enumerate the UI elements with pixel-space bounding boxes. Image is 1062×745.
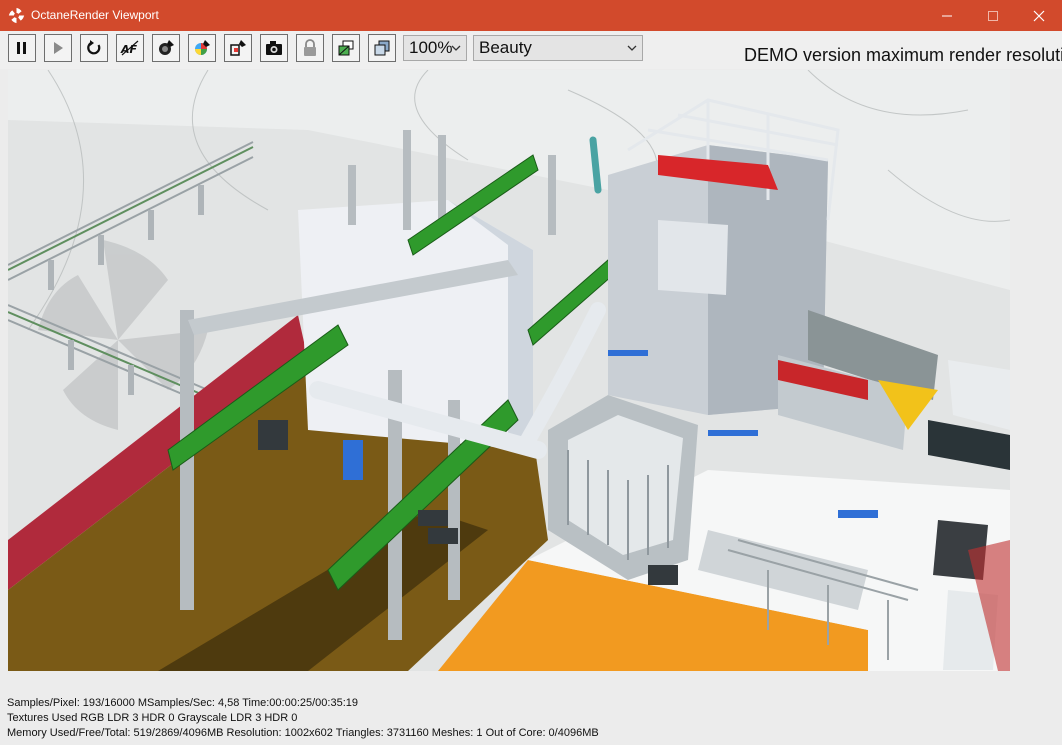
close-button[interactable] bbox=[1016, 0, 1062, 31]
object-picker-icon bbox=[230, 40, 246, 56]
status-bar: Samples/Pixel: 193/16000 MSamples/Sec: 4… bbox=[7, 696, 599, 741]
minimize-button[interactable] bbox=[924, 0, 970, 31]
autofocus-icon: AF bbox=[120, 40, 139, 56]
pick-focus-icon bbox=[159, 40, 174, 55]
region-icon bbox=[338, 40, 354, 56]
zoom-dropdown[interactable]: 100% bbox=[403, 35, 467, 61]
lock-viewport-button[interactable] bbox=[296, 34, 324, 62]
chevron-down-icon bbox=[451, 45, 461, 51]
title-bar: OctaneRender Viewport bbox=[0, 0, 1062, 31]
maximize-button[interactable] bbox=[970, 0, 1016, 31]
region-render-button[interactable] bbox=[332, 34, 360, 62]
maximize-icon bbox=[988, 11, 998, 21]
rendered-scene bbox=[8, 70, 1010, 671]
clay-mode-button[interactable] bbox=[368, 34, 396, 62]
close-icon bbox=[1033, 10, 1045, 22]
camera-icon bbox=[266, 41, 282, 55]
chevron-down-icon bbox=[627, 45, 637, 51]
minimize-icon bbox=[942, 15, 952, 17]
pick-focus-button[interactable] bbox=[152, 34, 180, 62]
autofocus-button[interactable]: AF bbox=[116, 34, 144, 62]
pick-material-button[interactable] bbox=[188, 34, 216, 62]
memory-stats-line: Memory Used/Free/Total: 519/2869/4096MB … bbox=[7, 727, 599, 739]
pause-button[interactable] bbox=[8, 34, 36, 62]
layers-icon bbox=[374, 40, 390, 56]
restart-button[interactable] bbox=[80, 34, 108, 62]
pause-icon bbox=[17, 42, 26, 54]
play-button[interactable] bbox=[44, 34, 72, 62]
render-stats-line: Samples/Pixel: 193/16000 MSamples/Sec: 4… bbox=[7, 697, 358, 709]
pick-object-button[interactable] bbox=[224, 34, 252, 62]
lock-icon bbox=[304, 39, 316, 56]
render-viewport[interactable] bbox=[8, 70, 1010, 671]
save-render-button[interactable] bbox=[260, 34, 288, 62]
texture-stats-line: Textures Used RGB LDR 3 HDR 0 Grayscale … bbox=[7, 712, 298, 724]
zoom-value: 100% bbox=[409, 38, 453, 57]
restart-icon bbox=[87, 40, 101, 55]
color-picker-icon bbox=[195, 40, 210, 55]
window-title: OctaneRender Viewport bbox=[31, 8, 159, 22]
octane-logo-icon bbox=[8, 7, 25, 24]
render-pass-value: Beauty bbox=[479, 38, 532, 57]
demo-notice: DEMO version maximum render resolution bbox=[744, 45, 1062, 65]
play-icon bbox=[54, 42, 63, 54]
render-pass-dropdown[interactable]: Beauty bbox=[473, 35, 643, 61]
